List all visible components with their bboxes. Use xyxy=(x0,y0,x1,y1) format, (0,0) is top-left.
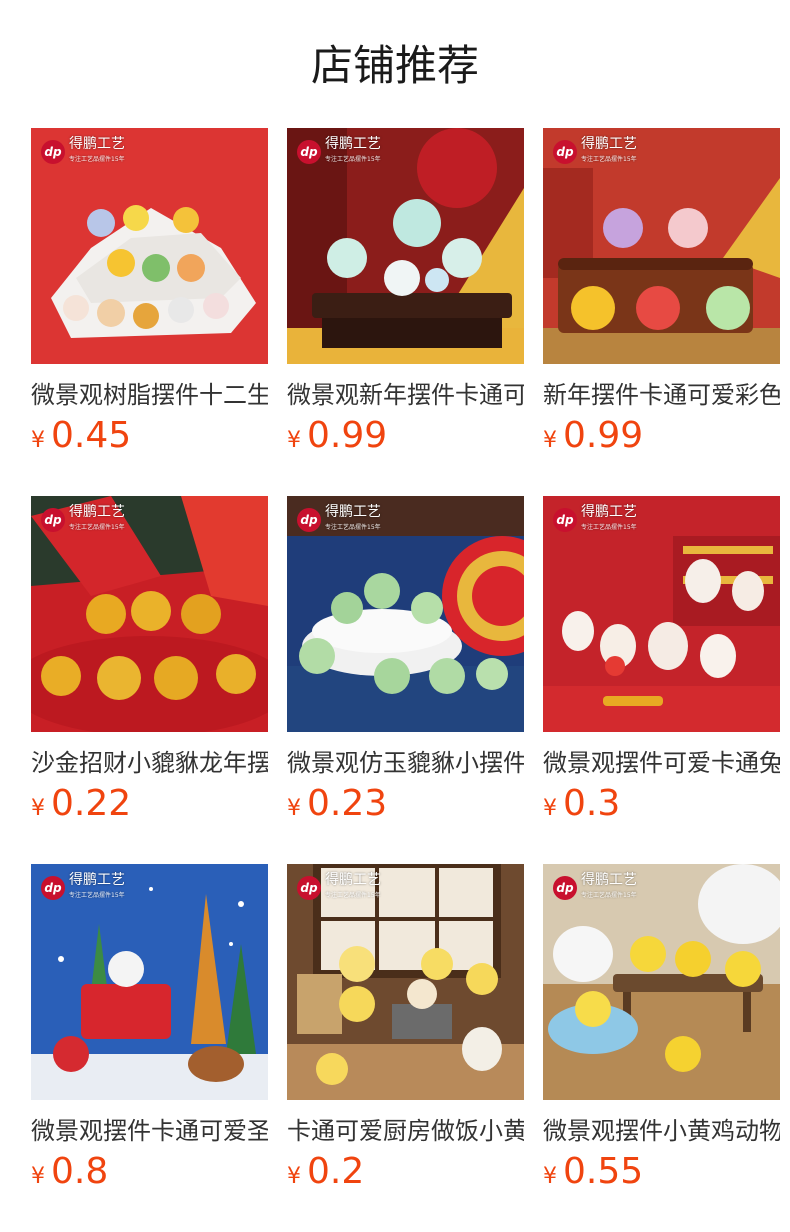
price-value: 0.45 xyxy=(51,415,132,456)
brand-tagline: 专注工艺品摆件15年 xyxy=(581,524,637,531)
brand-logo: dp xyxy=(41,508,65,532)
brand-logo: dp xyxy=(553,876,577,900)
price-value: 0.99 xyxy=(307,415,388,456)
brand-name: 得鹏工艺 xyxy=(581,504,637,520)
brand-badge: dp 得鹏工艺专注工艺品摆件15年 xyxy=(553,137,637,167)
product-card[interactable]: dp 得鹏工艺专注工艺品摆件15年 沙金招财小貔貅龙年摆件 ¥0.22 xyxy=(31,496,268,832)
product-image[interactable]: dp 得鹏工艺专注工艺品摆件15年 xyxy=(287,128,524,364)
currency-symbol: ¥ xyxy=(543,796,557,821)
price-value: 0.23 xyxy=(307,783,388,824)
price-value: 0.2 xyxy=(307,1151,365,1192)
brand-logo: dp xyxy=(553,508,577,532)
product-image[interactable]: dp 得鹏工艺专注工艺品摆件15年 xyxy=(543,128,780,364)
brand-logo: dp xyxy=(41,876,65,900)
brand-logo: dp xyxy=(553,140,577,164)
product-name[interactable]: 微景观树脂摆件十二生肖 xyxy=(31,380,268,410)
currency-symbol: ¥ xyxy=(31,1164,45,1189)
section-title: 店铺推荐 xyxy=(310,41,479,90)
product-price: ¥0.45 xyxy=(31,414,268,464)
price-value: 0.3 xyxy=(563,783,621,824)
product-price: ¥0.99 xyxy=(543,414,780,464)
product-price: ¥0.8 xyxy=(31,1150,268,1200)
brand-name: 得鹏工艺 xyxy=(581,136,637,152)
brand-name: 得鹏工艺 xyxy=(325,504,381,520)
product-image[interactable]: dp 得鹏工艺专注工艺品摆件15年 xyxy=(31,496,268,732)
brand-name: 得鹏工艺 xyxy=(69,504,125,520)
currency-symbol: ¥ xyxy=(31,796,45,821)
price-value: 0.22 xyxy=(51,783,132,824)
brand-badge: dp 得鹏工艺专注工艺品摆件15年 xyxy=(297,137,381,167)
product-price: ¥0.2 xyxy=(287,1150,524,1200)
currency-symbol: ¥ xyxy=(287,796,301,821)
brand-name: 得鹏工艺 xyxy=(69,136,125,152)
currency-symbol: ¥ xyxy=(287,1164,301,1189)
product-image[interactable]: dp 得鹏工艺专注工艺品摆件15年 xyxy=(287,864,524,1100)
product-price: ¥0.23 xyxy=(287,782,524,832)
product-card[interactable]: dp 得鹏工艺专注工艺品摆件15年 微景观摆件卡通可爱圣诞 ¥0.8 xyxy=(31,864,268,1200)
brand-tagline: 专注工艺品摆件15年 xyxy=(69,156,125,163)
product-image[interactable]: dp 得鹏工艺专注工艺品摆件15年 xyxy=(543,496,780,732)
brand-logo: dp xyxy=(297,876,321,900)
brand-name: 得鹏工艺 xyxy=(69,872,125,888)
brand-tagline: 专注工艺品摆件15年 xyxy=(69,524,125,531)
brand-badge: dp 得鹏工艺专注工艺品摆件15年 xyxy=(553,873,637,903)
brand-badge: dp 得鹏工艺专注工艺品摆件15年 xyxy=(297,505,381,535)
currency-symbol: ¥ xyxy=(543,428,557,453)
brand-tagline: 专注工艺品摆件15年 xyxy=(69,892,125,899)
product-name[interactable]: 沙金招财小貔貅龙年摆件 xyxy=(31,748,268,778)
price-value: 0.8 xyxy=(51,1151,109,1192)
brand-badge: dp 得鹏工艺专注工艺品摆件15年 xyxy=(297,873,381,903)
brand-badge: dp 得鹏工艺专注工艺品摆件15年 xyxy=(41,505,125,535)
product-image[interactable]: dp 得鹏工艺专注工艺品摆件15年 xyxy=(31,864,268,1100)
product-price: ¥0.55 xyxy=(543,1150,780,1200)
brand-badge: dp 得鹏工艺专注工艺品摆件15年 xyxy=(553,505,637,535)
brand-logo: dp xyxy=(297,140,321,164)
product-name[interactable]: 微景观摆件可爱卡通兔子 xyxy=(543,748,780,778)
product-card[interactable]: dp 得鹏工艺专注工艺品摆件15年 微景观新年摆件卡通可爱 ¥0.99 xyxy=(287,128,524,464)
brand-tagline: 专注工艺品摆件15年 xyxy=(325,524,381,531)
product-image[interactable]: dp 得鹏工艺专注工艺品摆件15年 xyxy=(31,128,268,364)
brand-name: 得鹏工艺 xyxy=(325,136,381,152)
brand-logo: dp xyxy=(41,140,65,164)
product-name[interactable]: 卡通可爱厨房做饭小黄鸡 xyxy=(287,1116,524,1146)
brand-name: 得鹏工艺 xyxy=(581,872,637,888)
product-card[interactable]: dp 得鹏工艺专注工艺品摆件15年 微景观树脂摆件十二生肖 ¥0.45 xyxy=(31,128,268,464)
product-name[interactable]: 微景观仿玉貔貅小摆件 xyxy=(287,748,524,778)
brand-badge: dp 得鹏工艺专注工艺品摆件15年 xyxy=(41,873,125,903)
price-value: 0.55 xyxy=(563,1151,644,1192)
product-image[interactable]: dp 得鹏工艺专注工艺品摆件15年 xyxy=(543,864,780,1100)
price-value: 0.99 xyxy=(563,415,644,456)
brand-tagline: 专注工艺品摆件15年 xyxy=(581,156,637,163)
currency-symbol: ¥ xyxy=(287,428,301,453)
product-card[interactable]: dp 得鹏工艺专注工艺品摆件15年 微景观摆件可爱卡通兔子 ¥0.3 xyxy=(543,496,780,832)
product-price: ¥0.3 xyxy=(543,782,780,832)
currency-symbol: ¥ xyxy=(543,1164,557,1189)
brand-name: 得鹏工艺 xyxy=(325,872,381,888)
currency-symbol: ¥ xyxy=(31,428,45,453)
product-card[interactable]: dp 得鹏工艺专注工艺品摆件15年 微景观摆件小黄鸡动物 ¥0.55 xyxy=(543,864,780,1200)
product-card[interactable]: dp 得鹏工艺专注工艺品摆件15年 微景观仿玉貔貅小摆件 ¥0.23 xyxy=(287,496,524,832)
product-name[interactable]: 微景观摆件卡通可爱圣诞 xyxy=(31,1116,268,1146)
product-price: ¥0.99 xyxy=(287,414,524,464)
brand-logo: dp xyxy=(297,508,321,532)
product-image[interactable]: dp 得鹏工艺专注工艺品摆件15年 xyxy=(287,496,524,732)
product-name[interactable]: 新年摆件卡通可爱彩色龙 xyxy=(543,380,780,410)
product-price: ¥0.22 xyxy=(31,782,268,832)
product-name[interactable]: 微景观新年摆件卡通可爱 xyxy=(287,380,524,410)
brand-badge: dp 得鹏工艺专注工艺品摆件15年 xyxy=(41,137,125,167)
brand-tagline: 专注工艺品摆件15年 xyxy=(581,892,637,899)
brand-tagline: 专注工艺品摆件15年 xyxy=(325,892,381,899)
brand-tagline: 专注工艺品摆件15年 xyxy=(325,156,381,163)
product-card[interactable]: dp 得鹏工艺专注工艺品摆件15年 新年摆件卡通可爱彩色龙 ¥0.99 xyxy=(543,128,780,464)
product-card[interactable]: dp 得鹏工艺专注工艺品摆件15年 卡通可爱厨房做饭小黄鸡 ¥0.2 xyxy=(287,864,524,1200)
product-name[interactable]: 微景观摆件小黄鸡动物 xyxy=(543,1116,780,1146)
